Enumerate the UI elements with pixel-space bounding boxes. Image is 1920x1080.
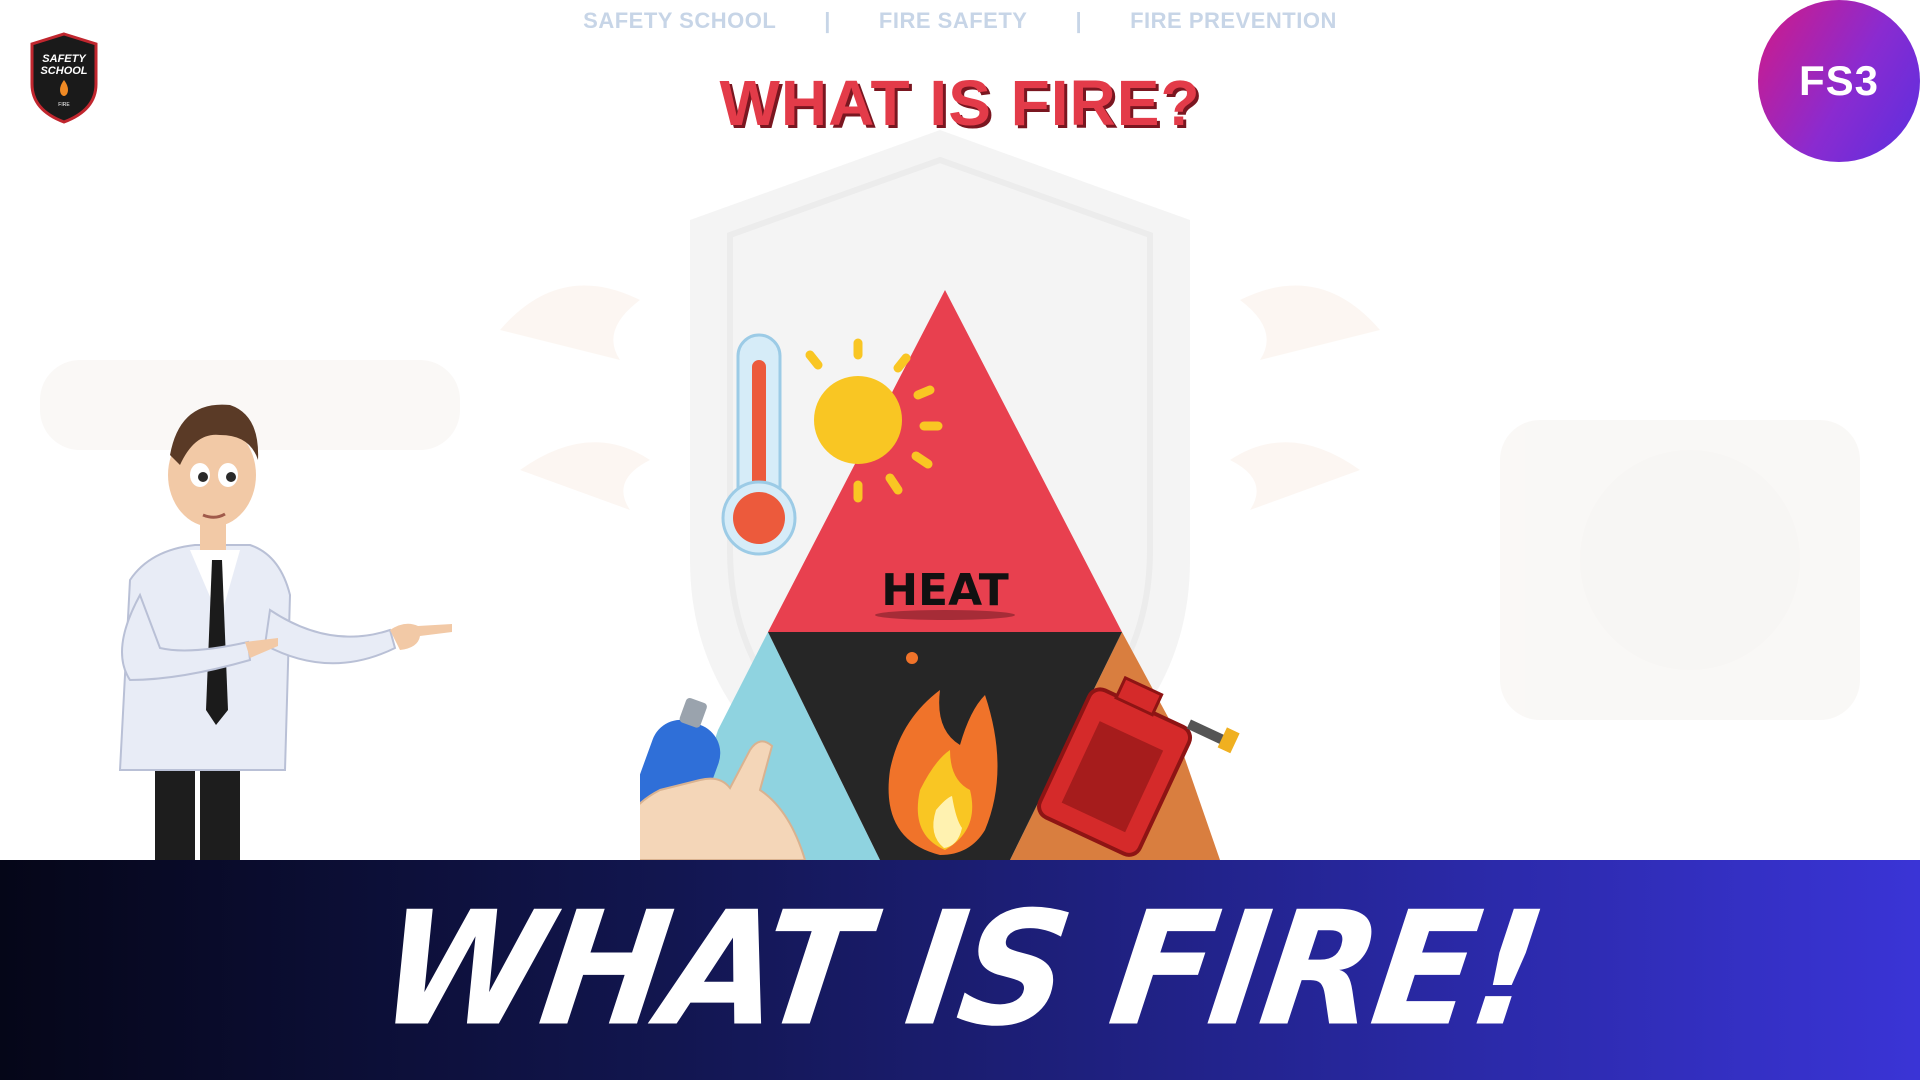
top-navigation: SAFETY SCHOOL | FIRE SAFETY | FIRE PREVE… bbox=[0, 6, 1920, 36]
nav-separator: | bbox=[824, 8, 831, 33]
banner-text: WHAT IS FIRE! bbox=[369, 878, 1551, 1062]
nav-item-fire-safety[interactable]: FIRE SAFETY bbox=[879, 8, 1028, 34]
presenter-character bbox=[118, 404, 452, 860]
thermometer-icon bbox=[721, 333, 797, 556]
nav-item-safety-school[interactable]: SAFETY SCHOOL bbox=[583, 8, 776, 34]
logo-text-line1: SAFETY bbox=[42, 53, 87, 65]
title-banner: WHAT IS FIRE! bbox=[0, 860, 1920, 1080]
nav-item-fire-prevention[interactable]: FIRE PREVENTION bbox=[1130, 8, 1337, 34]
nav-separator: | bbox=[1075, 8, 1083, 33]
page-title: WHAT IS FIRE? bbox=[719, 67, 1201, 139]
heat-label: HEAT bbox=[881, 565, 1009, 616]
fire-triangle-diagram: HEAT bbox=[640, 290, 1240, 860]
